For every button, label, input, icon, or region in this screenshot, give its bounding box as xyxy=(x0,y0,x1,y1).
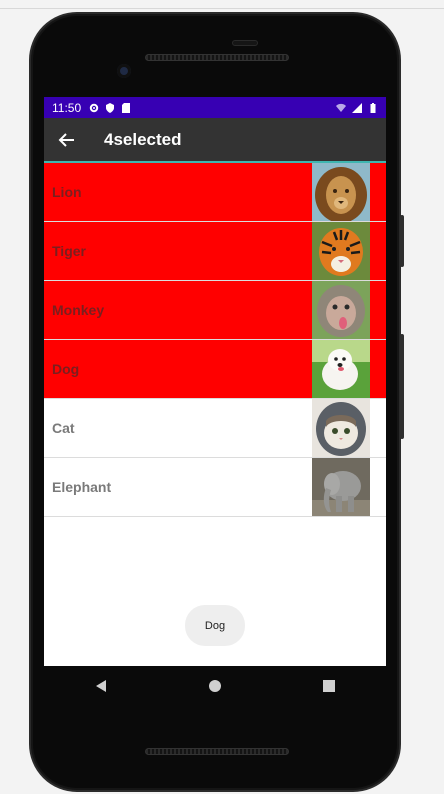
volume-button xyxy=(400,215,404,267)
signal-icon xyxy=(352,102,362,113)
list-item-label: Cat xyxy=(52,420,75,436)
monkey-photo xyxy=(312,281,370,339)
status-time: 11:50 xyxy=(52,100,82,115)
wifi-icon xyxy=(336,103,346,112)
list-item-lion[interactable]: Lion xyxy=(44,163,386,222)
nav-home-button[interactable] xyxy=(195,666,235,706)
list-item-dog[interactable]: Dog xyxy=(44,340,386,399)
earpiece xyxy=(232,40,258,46)
list-item-label: Monkey xyxy=(52,302,105,318)
app-bar: 4selected xyxy=(44,118,386,163)
arrow-back-icon xyxy=(58,132,74,147)
status-bar: 11:50 xyxy=(44,97,386,118)
back-triangle-icon xyxy=(96,680,106,692)
list-item-label: Lion xyxy=(52,184,82,200)
nav-back-button[interactable] xyxy=(81,666,121,706)
toast-text: Dog xyxy=(204,619,226,632)
top-speaker-grille xyxy=(145,54,289,61)
elephant-photo xyxy=(312,458,370,516)
list-item-tiger[interactable]: Tiger xyxy=(44,222,386,281)
back-button[interactable] xyxy=(44,117,90,162)
animal-list: Lion Tiger Monkey Dog Cat Elephant xyxy=(44,163,386,517)
settings-icon xyxy=(89,103,99,112)
list-item-label: Elephant xyxy=(52,479,112,495)
list-item-monkey[interactable]: Monkey xyxy=(44,281,386,340)
list-item-elephant[interactable]: Elephant xyxy=(44,458,386,517)
list-item-cat[interactable]: Cat xyxy=(44,399,386,458)
sd-card-icon xyxy=(122,102,131,113)
system-nav-bar xyxy=(44,666,386,706)
power-button xyxy=(400,334,404,439)
dog-photo xyxy=(312,340,370,398)
list-item-label: Tiger xyxy=(52,243,86,259)
cat-photo xyxy=(312,399,370,457)
battery-icon xyxy=(370,102,376,113)
tiger-photo xyxy=(312,222,370,280)
page-title: 4selected xyxy=(104,129,182,149)
lion-photo xyxy=(312,163,370,221)
shield-icon xyxy=(106,102,115,113)
bottom-speaker-grille xyxy=(145,748,289,755)
front-camera xyxy=(117,64,131,78)
home-circle-icon xyxy=(209,680,221,692)
list-item-label: Dog xyxy=(52,361,80,377)
toast-message: Dog xyxy=(185,605,245,646)
device-screen: 11:50 4selected Lion Tiger Monkey Dog Ca… xyxy=(44,97,386,666)
window-top-border xyxy=(0,8,444,9)
nav-recents-button[interactable] xyxy=(309,666,349,706)
recents-square-icon xyxy=(323,680,335,692)
